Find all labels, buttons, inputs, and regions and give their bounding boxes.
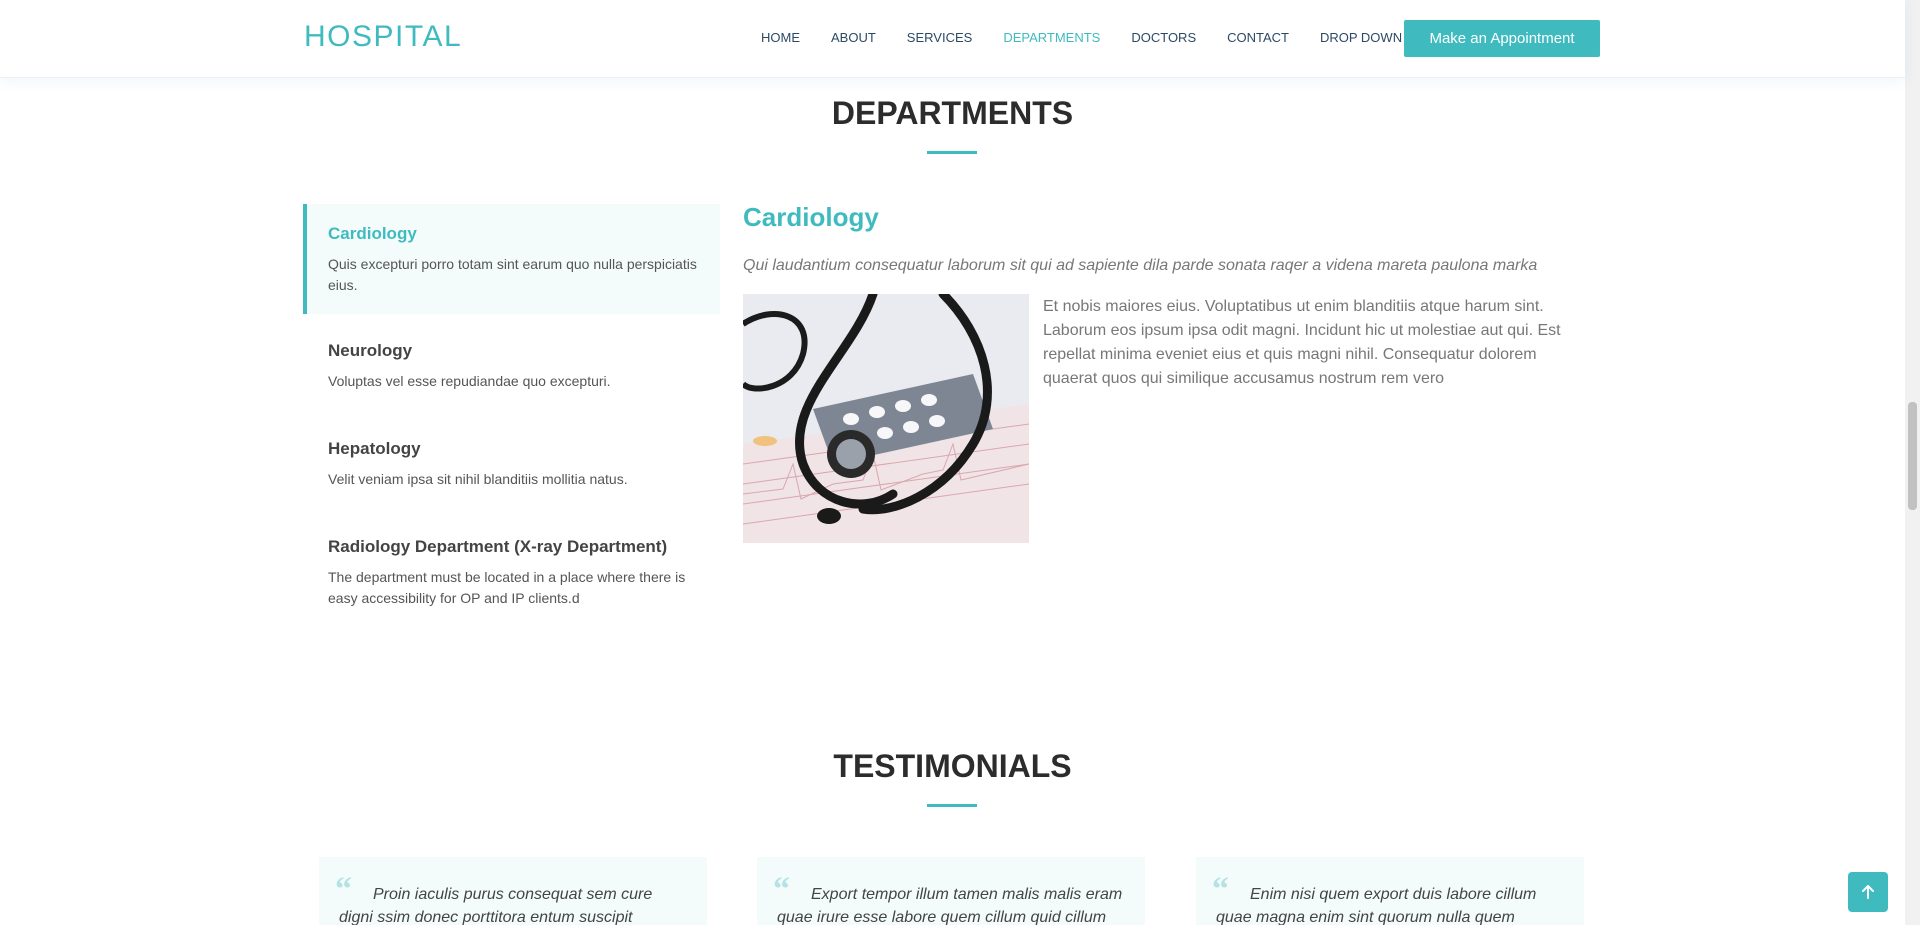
quote-icon: “ bbox=[335, 871, 352, 908]
back-to-top-button[interactable] bbox=[1848, 872, 1888, 912]
nav-dropdown-label: DROP DOWN bbox=[1319, 30, 1403, 45]
make-appointment-button[interactable]: Make an Appointment bbox=[1404, 20, 1600, 57]
nav-doctors[interactable]: DOCTORS bbox=[1131, 30, 1196, 45]
nav-about[interactable]: ABOUT bbox=[831, 30, 876, 45]
tab-neurology[interactable]: Neurology Voluptas vel esse repudiandae … bbox=[303, 341, 720, 392]
scrollbar-thumb[interactable] bbox=[1908, 402, 1917, 510]
logo[interactable]: HOSPITAL bbox=[304, 20, 462, 54]
tab-title: Neurology bbox=[328, 341, 413, 360]
quote-icon: “ bbox=[773, 871, 790, 908]
nav-dropdown[interactable]: DROP DOWN bbox=[1319, 30, 1418, 45]
tab-description: The department must be located in a plac… bbox=[328, 569, 686, 606]
main-nav: HOME ABOUT SERVICES DEPARTMENTS DOCTORS … bbox=[761, 30, 1447, 45]
departments-title: DEPARTMENTS bbox=[831, 95, 1074, 131]
testimonial-card: “ Enim nisi quem export duis labore cill… bbox=[1196, 857, 1584, 925]
testimonial-text: Enim nisi quem export duis labore cillum… bbox=[1216, 886, 1537, 925]
title-divider bbox=[927, 151, 977, 154]
testimonial-text: Export tempor illum tamen malis malis er… bbox=[777, 886, 1123, 925]
testimonial-text: Proin iaculis purus consequat sem cure d… bbox=[339, 886, 653, 925]
tab-description: Quis excepturi porro totam sint earum qu… bbox=[328, 256, 697, 293]
department-detail-body: Et nobis maiores eius. Voluptatibus ut e… bbox=[1043, 298, 1561, 387]
nav-services[interactable]: SERVICES bbox=[907, 30, 973, 45]
tab-title: Radiology Department (X-ray Department) bbox=[328, 537, 668, 556]
nav-departments[interactable]: DEPARTMENTS bbox=[1003, 30, 1100, 45]
department-detail-lead: Qui laudantium consequatur laborum sit q… bbox=[743, 257, 1538, 274]
nav-home[interactable]: HOME bbox=[761, 30, 800, 45]
tab-radiology[interactable]: Radiology Department (X-ray Department) … bbox=[303, 537, 720, 609]
title-divider bbox=[927, 804, 977, 807]
testimonial-card: “ Proin iaculis purus consequat sem cure… bbox=[319, 857, 707, 925]
department-detail-title: Cardiology bbox=[743, 202, 879, 232]
arrow-up-icon bbox=[1862, 885, 1874, 899]
tab-cardiology[interactable]: Cardiology Quis excepturi porro totam si… bbox=[303, 204, 720, 314]
testimonial-card: “ Export tempor illum tamen malis malis … bbox=[757, 857, 1145, 925]
site-header: HOSPITAL HOME ABOUT SERVICES DEPARTMENTS… bbox=[0, 0, 1905, 78]
tab-description: Voluptas vel esse repudiandae quo except… bbox=[328, 373, 611, 389]
tab-description: Velit veniam ipsa sit nihil blanditiis m… bbox=[328, 471, 628, 487]
quote-icon: “ bbox=[1212, 871, 1229, 908]
testimonials-title: TESTIMONIALS bbox=[833, 748, 1072, 784]
tab-hepatology[interactable]: Hepatology Velit veniam ipsa sit nihil b… bbox=[303, 439, 720, 490]
nav-contact[interactable]: CONTACT bbox=[1227, 30, 1289, 45]
stethoscope-image bbox=[743, 294, 1029, 543]
page-scrollbar[interactable] bbox=[1905, 0, 1920, 925]
tab-title: Hepatology bbox=[328, 439, 421, 458]
tab-title: Cardiology bbox=[328, 224, 417, 243]
